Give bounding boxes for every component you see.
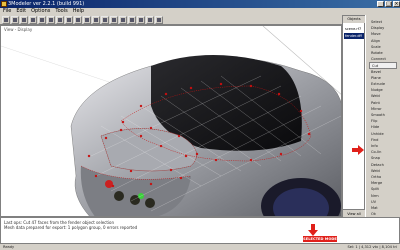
toolbar xyxy=(0,15,342,25)
undo-icon[interactable] xyxy=(29,16,37,24)
camera-icon[interactable] xyxy=(155,16,163,24)
shaded-icon[interactable] xyxy=(119,16,127,24)
pan-icon[interactable] xyxy=(137,16,145,24)
arrow-right-icon xyxy=(352,145,364,155)
menu-file[interactable]: File xyxy=(3,8,11,15)
save-icon[interactable] xyxy=(20,16,28,24)
selection-mode-badge: SELECTED MODE xyxy=(303,236,337,242)
move-icon[interactable] xyxy=(56,16,64,24)
scene-stats: Sel: 1 | 4,312 vtx | 8,104 tri xyxy=(347,245,397,249)
console-log: Last ops: Cut 47 faces from the fender o… xyxy=(0,217,400,244)
status-bar: Ready Sel: 1 | 4,312 vtx | 8,104 tri xyxy=(0,244,400,250)
status-text: Ready xyxy=(3,245,15,249)
face-icon[interactable] xyxy=(101,16,109,24)
tail-light xyxy=(114,191,124,201)
scale-icon[interactable] xyxy=(74,16,82,24)
console-line: Mesh data prepared for export: 1 polygon… xyxy=(4,225,138,230)
title-bar: 3Modeler ver 2.2.1 (build 991) xyxy=(0,0,400,8)
window-title: 3Modeler ver 2.2.1 (build 991) xyxy=(8,1,85,7)
new-icon[interactable] xyxy=(2,16,10,24)
object-list-panel: Objects scene.rf7 fender.dff View all xyxy=(342,15,365,217)
object-list-item[interactable]: scene.rf7 xyxy=(344,26,364,32)
view-all-button[interactable]: View all xyxy=(343,209,365,217)
grid-icon[interactable] xyxy=(146,16,154,24)
open-icon[interactable] xyxy=(11,16,19,24)
menu-bar: File Edit Options Tools Help xyxy=(0,8,400,15)
minimize-button[interactable]: _ xyxy=(377,1,384,7)
3d-viewport[interactable]: View - Display xyxy=(0,25,342,217)
arrow-down-icon xyxy=(308,224,318,236)
zoom-icon[interactable] xyxy=(128,16,136,24)
app-icon xyxy=(1,1,7,7)
select-icon[interactable] xyxy=(47,16,55,24)
command-panel: Select Display Move Align Scale Rotate Connect… xyxy=(365,15,400,217)
viewport-label: View - Display xyxy=(4,27,33,32)
menu-tools[interactable]: Tools xyxy=(55,8,67,15)
object-list-header: Objects xyxy=(343,16,365,23)
wireframe-icon[interactable] xyxy=(110,16,118,24)
close-button[interactable]: × xyxy=(393,1,400,7)
object-list-item-selected[interactable]: fender.dff xyxy=(344,33,364,39)
car-model-render xyxy=(1,26,341,216)
rotate-icon[interactable] xyxy=(65,16,73,24)
menu-help[interactable]: Help xyxy=(73,8,84,15)
edge-icon[interactable] xyxy=(92,16,100,24)
menu-edit[interactable]: Edit xyxy=(16,8,26,15)
maximize-button[interactable]: □ xyxy=(385,1,392,7)
menu-options[interactable]: Options xyxy=(31,8,50,15)
redo-icon[interactable] xyxy=(38,16,46,24)
vertex-icon[interactable] xyxy=(83,16,91,24)
